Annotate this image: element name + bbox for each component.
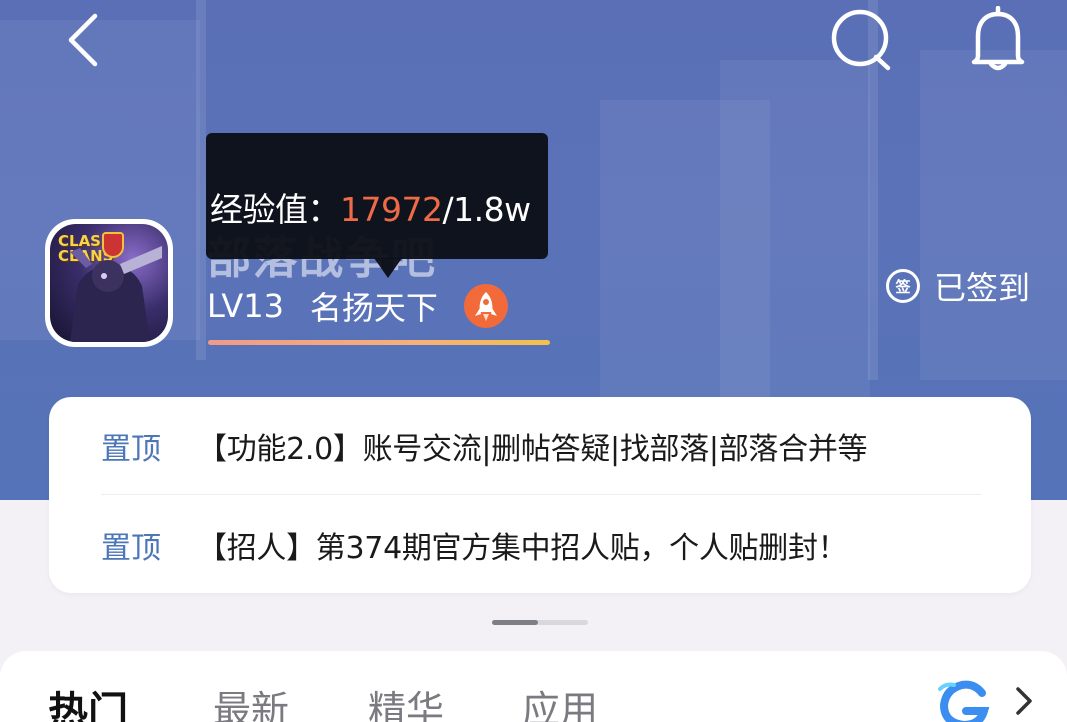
tab-featured[interactable]: 精华 — [368, 679, 444, 722]
forum-avatar[interactable]: CLASH CLANS — [45, 219, 173, 347]
pinned-tag: 置顶 — [101, 431, 161, 467]
level-text: LV13 — [207, 287, 284, 325]
tooltip-arrow — [374, 258, 402, 278]
pinned-post-title: 【功能2.0】账号交流|删帖答疑|找部落|部落合并等 — [197, 431, 868, 467]
experience-current: 17972 — [340, 190, 443, 229]
forum-level-row[interactable]: LV13 名扬天下 — [207, 284, 508, 328]
signed-in-button[interactable]: 签 已签到 — [886, 264, 1030, 308]
background-pillar — [196, 0, 206, 360]
experience-max: 1.8w — [453, 190, 531, 229]
search-icon — [831, 9, 891, 71]
pekka-character-image — [70, 246, 162, 342]
search-button[interactable] — [830, 8, 894, 72]
signed-in-label: 已签到 — [934, 269, 1031, 307]
bell-icon — [971, 5, 1025, 71]
page-indicator — [492, 620, 588, 625]
pinned-tag: 置顶 — [101, 531, 161, 566]
chevron-left-icon — [68, 13, 98, 67]
forum-avatar-image: CLASH CLANS — [50, 224, 168, 342]
experience-label: 经验值： — [210, 190, 341, 229]
notification-button[interactable] — [966, 5, 1030, 72]
experience-separator: / — [442, 190, 454, 229]
pinned-post-item[interactable]: 置顶 【招人】第374期官方集中招人贴，个人贴删封！ — [101, 496, 981, 594]
background-panel — [920, 50, 1067, 380]
rocket-icon — [463, 284, 508, 328]
page-indicator-active — [492, 620, 538, 625]
pinned-post-title: 【招人】第374期官方集中招人贴，个人贴删封！ — [197, 531, 848, 566]
back-button[interactable] — [62, 12, 102, 68]
chevron-right-icon[interactable] — [1012, 683, 1036, 719]
experience-progress-bar — [208, 340, 550, 345]
sign-in-badge-icon: 签 — [886, 269, 920, 303]
tab-latest[interactable]: 最新 — [213, 679, 289, 722]
feed-tabs-bar: 热门 最新 精华 应用 — [0, 651, 1067, 722]
experience-tooltip-text: 经验值：17972/1.8w — [210, 183, 531, 231]
tab-hot[interactable]: 热门 — [48, 679, 128, 722]
level-title: 名扬天下 — [309, 289, 438, 327]
pinned-post-item[interactable]: 置顶 【功能2.0】账号交流|删帖答疑|找部落|部落合并等 — [101, 397, 981, 495]
game-app-icon[interactable] — [936, 679, 992, 722]
background-panel — [720, 60, 870, 420]
tab-apps[interactable]: 应用 — [522, 679, 598, 722]
pinned-posts-card: 置顶 【功能2.0】账号交流|删帖答疑|找部落|部落合并等 置顶 【招人】第37… — [49, 397, 1031, 593]
experience-tooltip: 经验值：17972/1.8w — [206, 133, 548, 259]
